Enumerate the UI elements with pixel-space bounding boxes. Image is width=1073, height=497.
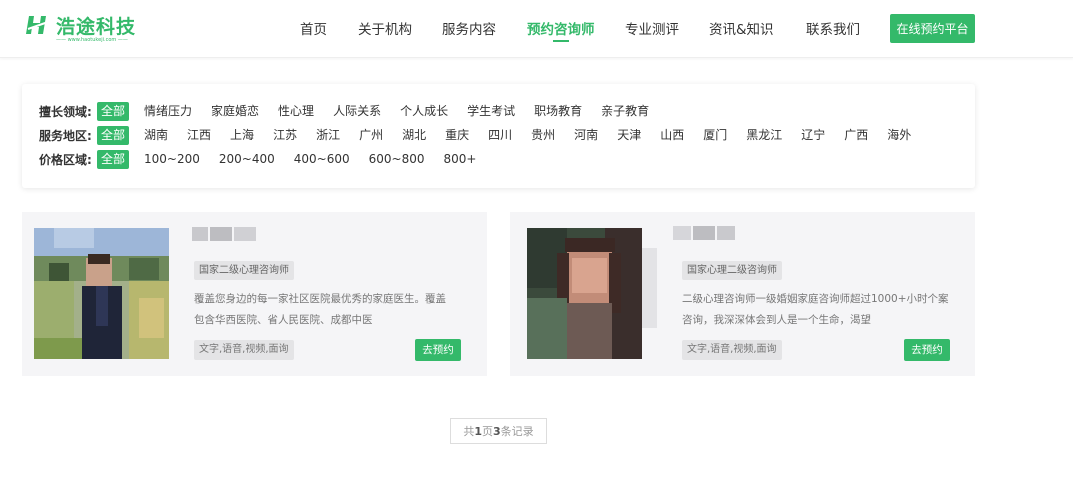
filter-domain-label: 擅长领域:	[39, 105, 92, 119]
filter-region-option[interactable]: 浙江	[312, 126, 344, 145]
counselor-title: 国家心理二级咨询师	[682, 261, 782, 280]
logo-h-icon	[26, 16, 49, 34]
counselor-title: 国家二级心理咨询师	[194, 261, 294, 280]
online-booking-button[interactable]: 在线预约平台	[890, 14, 975, 43]
counselor-description: 二级心理咨询师一级婚姻家庭咨询师超过1000+小时个案咨询，我深深体会到人是一个…	[682, 293, 949, 326]
counselor-services: 文字,语音,视频,面询	[682, 340, 782, 360]
filter-domain-option[interactable]: 情绪压力	[140, 102, 196, 121]
filter-price-option[interactable]: 800+	[440, 150, 481, 169]
nav-active-indicator	[553, 40, 569, 42]
filter-domain-option[interactable]: 亲子教育	[597, 102, 653, 121]
filter-domain-option[interactable]: 家庭婚恋	[207, 102, 263, 121]
filter-row-domain: 擅长领域: 全部 情绪压力 家庭婚恋 性心理 人际关系 个人成长 学生考试 职场…	[39, 102, 664, 121]
book-button[interactable]: 去预约	[904, 339, 950, 361]
filter-domain-option[interactable]: 全部	[97, 102, 130, 121]
nav-home[interactable]: 首页	[300, 18, 327, 38]
counselor-photo	[34, 228, 169, 359]
filter-region-option[interactable]: 江苏	[269, 126, 301, 145]
nav-assessment[interactable]: 专业测评	[625, 18, 679, 38]
filter-price-option[interactable]: 600~800	[365, 150, 429, 169]
avatar-photo-icon	[34, 228, 169, 359]
nav-book-counselor[interactable]: 预约咨询师	[527, 18, 595, 38]
filter-region-option[interactable]: 上海	[226, 126, 258, 145]
filter-row-price: 价格区域: 全部 100~200 200~400 400~600 600~800…	[39, 150, 491, 169]
nav-news[interactable]: 资讯&知识	[709, 18, 774, 38]
filter-price-option[interactable]: 全部	[97, 150, 130, 169]
filter-row-region: 服务地区: 全部 湖南 江西 上海 江苏 浙江 广州 湖北 重庆 四川 贵州 河…	[39, 126, 926, 145]
filter-price-option[interactable]: 100~200	[140, 150, 204, 169]
filter-region-option[interactable]: 河南	[570, 126, 602, 145]
brand-url: —— www.haotukeji.com ——	[56, 37, 128, 43]
counselor-services: 文字,语音,视频,面询	[194, 340, 294, 360]
filter-region-option[interactable]: 海外	[883, 126, 915, 145]
pagination-record-count: 3	[493, 424, 501, 438]
filter-price-option[interactable]: 200~400	[215, 150, 279, 169]
counselor-card[interactable]: 国家二级心理咨询师 覆盖您身边的每一家社区医院最优秀的家庭医生。覆盖包含华西医院…	[22, 212, 487, 376]
filter-region-option[interactable]: 黑龙江	[742, 126, 786, 145]
avatar-photo-icon	[527, 228, 662, 359]
counselor-name-blurred	[673, 226, 737, 240]
filter-region-option[interactable]: 辽宁	[797, 126, 829, 145]
filter-price-option[interactable]: 400~600	[290, 150, 354, 169]
filter-domain-option[interactable]: 性心理	[274, 102, 318, 121]
filter-region-option[interactable]: 全部	[97, 126, 130, 145]
filter-domain-option[interactable]: 职场教育	[530, 102, 586, 121]
counselor-card[interactable]: 国家心理二级咨询师 二级心理咨询师一级婚姻家庭咨询师超过1000+小时个案咨询，…	[510, 212, 975, 376]
filter-region-option[interactable]: 广州	[355, 126, 387, 145]
filter-region-option[interactable]: 天津	[613, 126, 645, 145]
filter-region-option[interactable]: 山西	[656, 126, 688, 145]
filter-domain-option[interactable]: 个人成长	[396, 102, 452, 121]
pagination-prefix: 共	[463, 425, 475, 438]
counselor-photo	[527, 228, 662, 359]
filter-region-option[interactable]: 湖北	[398, 126, 430, 145]
filter-domain-option[interactable]: 学生考试	[463, 102, 519, 121]
counselor-description: 覆盖您身边的每一家社区医院最优秀的家庭医生。覆盖包含华西医院、省人民医院、成都中…	[194, 293, 446, 326]
filter-domain-option[interactable]: 人际关系	[329, 102, 385, 121]
filter-panel: 擅长领域: 全部 情绪压力 家庭婚恋 性心理 人际关系 个人成长 学生考试 职场…	[22, 84, 975, 188]
pagination-summary: 共 1 页 3 条记录	[450, 418, 547, 444]
filter-price-label: 价格区域:	[39, 153, 92, 167]
nav-contact[interactable]: 联系我们	[806, 18, 860, 38]
filter-region-label: 服务地区:	[39, 129, 92, 143]
filter-region-option[interactable]: 厦门	[699, 126, 731, 145]
filter-region-option[interactable]: 四川	[484, 126, 516, 145]
filter-region-option[interactable]: 广西	[840, 126, 872, 145]
filter-region-option[interactable]: 重庆	[441, 126, 473, 145]
pagination-page-count: 1	[474, 424, 482, 438]
pagination-mid: 页	[482, 425, 493, 438]
pagination-suffix: 条记录	[500, 425, 534, 438]
book-button[interactable]: 去预约	[415, 339, 461, 361]
brand-name: 浩途科技	[56, 16, 137, 38]
filter-region-option[interactable]: 湖南	[140, 126, 172, 145]
site-header: 浩途科技 —— www.haotukeji.com —— 首页 关于机构 服务内…	[0, 0, 1073, 58]
counselor-name-blurred	[192, 227, 258, 241]
nav-services[interactable]: 服务内容	[442, 18, 496, 38]
filter-region-option[interactable]: 江西	[183, 126, 215, 145]
filter-region-option[interactable]: 贵州	[527, 126, 559, 145]
nav-about[interactable]: 关于机构	[358, 18, 412, 38]
